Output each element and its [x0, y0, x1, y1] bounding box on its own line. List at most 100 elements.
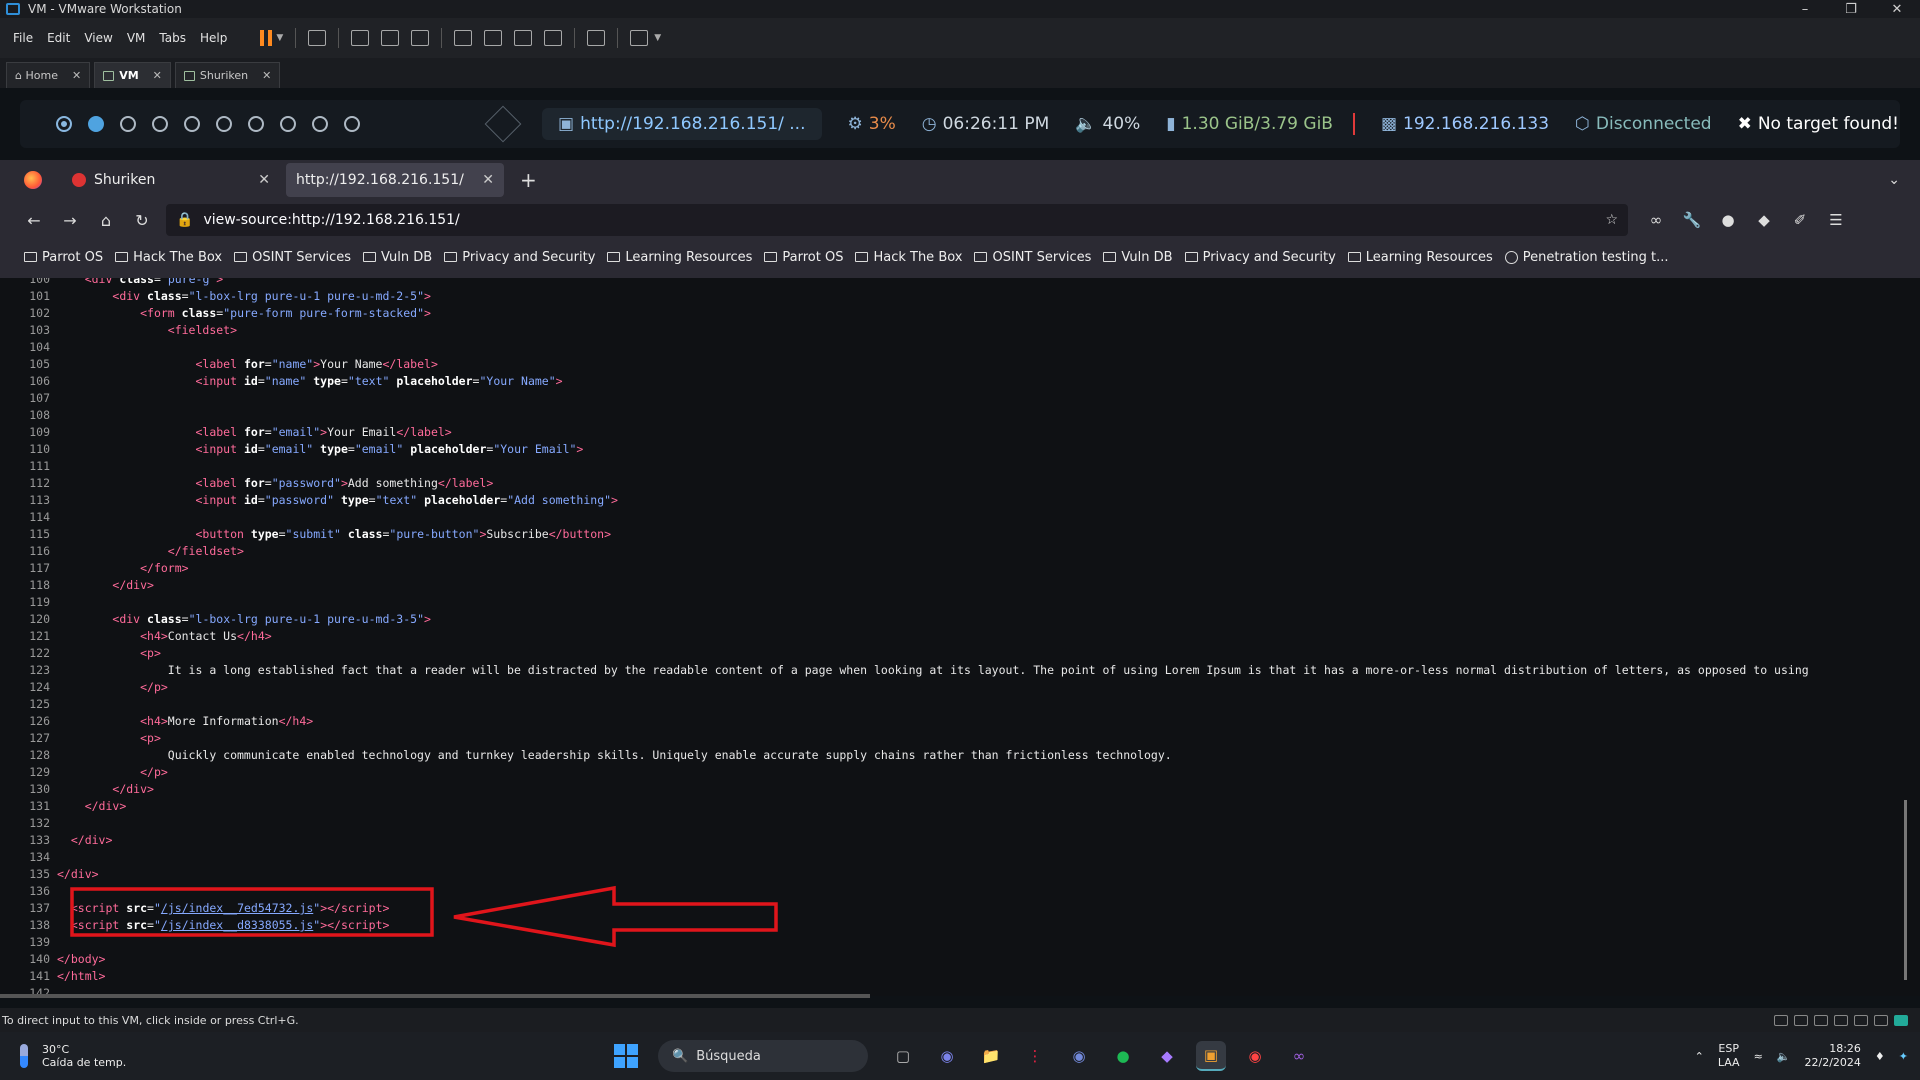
view-source-content[interactable]: 100 <div class="pure-g"> 101 <div class="… [0, 278, 1920, 996]
taskbar-clock[interactable]: 18:26 22/2/2024 [1805, 1042, 1861, 1070]
workspace-9[interactable] [312, 116, 328, 132]
language-indicator[interactable]: ESP LAA [1718, 1042, 1740, 1070]
workspace-3[interactable] [120, 116, 136, 132]
wappalyzer-extension-icon[interactable]: ◆ [1746, 211, 1782, 229]
usb-icon[interactable] [1874, 1014, 1888, 1026]
send-ctrl-alt-del-icon[interactable] [308, 30, 327, 46]
menu-vm[interactable]: VM [120, 31, 153, 45]
menu-edit[interactable]: Edit [40, 31, 77, 45]
menu-help[interactable]: Help [193, 31, 234, 45]
vmware-taskbar-icon[interactable]: ▣ [1196, 1041, 1226, 1071]
cd-icon[interactable] [1794, 1014, 1808, 1026]
bookmark-folder[interactable]: OSINT Services [974, 250, 1091, 265]
bookmark-folder[interactable]: Learning Resources [1347, 250, 1493, 265]
vm-message-icon[interactable] [1894, 1014, 1908, 1026]
bookmark-folder[interactable]: Vuln DB [363, 250, 432, 265]
workspace-4[interactable] [152, 116, 168, 132]
vm-tab-vm[interactable]: VM ✕ [94, 62, 171, 88]
bookmark-folder[interactable]: Learning Resources [607, 250, 752, 265]
close-tab-icon[interactable]: ✕ [262, 69, 271, 82]
pause-icon[interactable] [260, 30, 273, 46]
menu-view[interactable]: View [77, 31, 119, 45]
snapshot-manager-icon[interactable] [411, 30, 430, 46]
vm-tab-home[interactable]: ⌂ Home ✕ [6, 62, 91, 88]
unity-icon[interactable] [544, 30, 563, 46]
page-info-icon[interactable]: 🔒 [176, 212, 193, 228]
bookmark-folder[interactable]: Parrot OS [764, 250, 843, 265]
workspace-2[interactable] [88, 116, 104, 132]
console-view-icon[interactable] [587, 30, 606, 46]
bookmark-folder[interactable]: Privacy and Security [444, 250, 595, 265]
taskbar-search[interactable]: 🔍 Búsqueda [658, 1040, 868, 1072]
url-bar[interactable]: 🔒 view-source:http://192.168.216.151/ ☆ [166, 204, 1628, 236]
close-tab-icon[interactable]: ✕ [482, 172, 494, 188]
close-icon[interactable]: ✕ [1874, 2, 1920, 17]
bookmark-folder[interactable]: Hack The Box [855, 250, 962, 265]
visual-studio-icon[interactable]: ∞ [1284, 1041, 1314, 1071]
extensions-puzzle-icon[interactable]: ✐ [1782, 211, 1818, 229]
menu-file[interactable]: File [6, 31, 40, 45]
minimize-icon[interactable]: – [1782, 2, 1828, 17]
close-tab-icon[interactable]: ✕ [72, 69, 81, 82]
copilot-icon[interactable]: ✦ [1899, 1050, 1908, 1063]
windows-start-icon[interactable] [614, 1044, 638, 1068]
menu-tabs[interactable]: Tabs [152, 31, 193, 45]
browser-tab-shuriken[interactable]: Shuriken ✕ [62, 163, 280, 197]
weather-widget[interactable]: 30°C Caída de temp. [20, 1043, 126, 1069]
guest-screen[interactable]: ▣ http://192.168.216.151/ ... ⚙ 3% ◷ 06:… [0, 88, 1920, 1008]
workspace-8[interactable] [280, 116, 296, 132]
snapshot-icon[interactable] [351, 30, 370, 46]
cookie-extension-icon[interactable]: ● [1710, 211, 1746, 229]
discord-icon[interactable]: ◉ [1064, 1041, 1094, 1071]
library-view-icon[interactable] [454, 30, 473, 46]
bookmark-link[interactable]: Penetration testing t... [1504, 250, 1669, 265]
foxyproxy-icon[interactable]: ∞ [1638, 211, 1674, 229]
task-view-icon[interactable]: ▢ [888, 1041, 918, 1071]
teams-icon[interactable]: ◉ [932, 1041, 962, 1071]
tools-wrench-icon[interactable]: 🔧 [1674, 211, 1710, 229]
speaker-icon[interactable]: 🔈 [1777, 1050, 1791, 1063]
bookmark-folder[interactable]: Vuln DB [1103, 250, 1173, 265]
printer-icon[interactable] [1834, 1014, 1848, 1026]
workspace-10[interactable] [344, 116, 360, 132]
full-screen-icon[interactable] [514, 30, 533, 46]
bookmark-folder[interactable]: OSINT Services [234, 250, 351, 265]
workspace-7[interactable] [248, 116, 264, 132]
workspace-5[interactable] [184, 116, 200, 132]
pause-dropdown-icon[interactable]: ▼ [276, 33, 283, 43]
tray-chevron-icon[interactable]: ⌃ [1695, 1050, 1704, 1063]
horizontal-scrollbar[interactable] [0, 994, 870, 998]
new-tab-icon[interactable]: + [520, 168, 537, 192]
chrome-icon[interactable]: ◉ [1240, 1041, 1270, 1071]
restore-icon[interactable]: ❐ [1828, 2, 1874, 17]
spotify-icon[interactable]: ● [1108, 1041, 1138, 1071]
home-icon[interactable]: ⌂ [88, 211, 124, 230]
bookmark-star-icon[interactable]: ☆ [1605, 212, 1618, 228]
vm-tab-shuriken[interactable]: Shuriken ✕ [174, 62, 281, 88]
bookmark-folder[interactable]: Privacy and Security [1184, 250, 1336, 265]
revert-snapshot-icon[interactable] [381, 30, 400, 46]
file-explorer-icon[interactable]: 📁 [976, 1041, 1006, 1071]
stretch-dropdown-icon[interactable]: ▼ [654, 33, 661, 43]
stretch-guest-icon[interactable] [630, 30, 649, 46]
hamburger-menu-icon[interactable]: ☰ [1818, 211, 1854, 229]
thumbnail-view-icon[interactable] [484, 30, 503, 46]
close-tab-icon[interactable]: ✕ [258, 172, 270, 188]
visual-studio-red-icon[interactable]: ⋮ [1020, 1041, 1050, 1071]
bookmark-folder[interactable]: Hack The Box [115, 250, 222, 265]
firefox-logo-icon[interactable] [24, 171, 42, 189]
network-adapter-icon[interactable] [1814, 1014, 1828, 1026]
list-tabs-chevron-icon[interactable]: ⌄ [1888, 172, 1900, 188]
notification-bell-icon[interactable]: ♦ [1875, 1050, 1885, 1063]
workspace-1[interactable] [56, 116, 72, 132]
hdd-icon[interactable] [1774, 1014, 1788, 1026]
vertical-scrollbar[interactable] [1904, 800, 1907, 980]
workspace-6[interactable] [216, 116, 232, 132]
back-icon[interactable]: ← [16, 211, 52, 230]
wifi-icon[interactable]: ≈ [1754, 1050, 1763, 1063]
forward-icon[interactable]: → [52, 211, 88, 230]
reload-icon[interactable]: ↻ [124, 211, 160, 230]
close-tab-icon[interactable]: ✕ [153, 69, 162, 82]
browser-tab-source[interactable]: http://192.168.216.151/ ✕ [286, 163, 504, 197]
bookmark-folder[interactable]: Parrot OS [24, 250, 103, 265]
